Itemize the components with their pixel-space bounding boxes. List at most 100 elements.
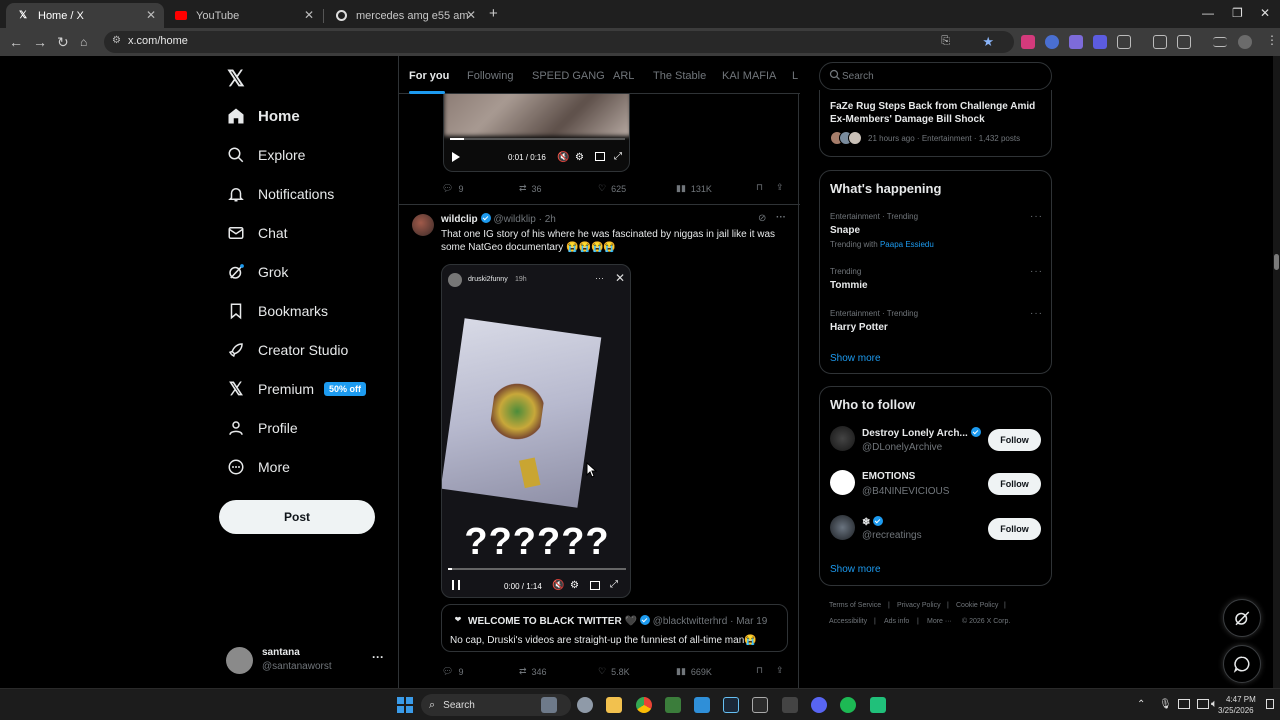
- volume-icon[interactable]: 🔈︎: [1211, 698, 1218, 711]
- account-switcher[interactable]: santana @santanaworst ···: [226, 644, 386, 676]
- install-icon[interactable]: ⎘: [941, 35, 950, 48]
- scrollbar-thumb[interactable]: [1274, 254, 1279, 270]
- menu-icon[interactable]: ⋮: [1266, 33, 1278, 47]
- photos-icon[interactable]: [694, 697, 710, 713]
- sidebar-item-creator-studio[interactable]: Creator Studio: [226, 335, 348, 365]
- browser-tab-youtube[interactable]: YouTube ✕: [164, 3, 322, 28]
- discord-icon[interactable]: [811, 697, 827, 713]
- notification-icon[interactable]: [1266, 699, 1274, 709]
- maximize-button[interactable]: ❐: [1232, 6, 1243, 20]
- like-button[interactable]: ♡ 625: [598, 183, 626, 194]
- footer-link[interactable]: Cookie Policy: [956, 602, 998, 609]
- close-icon[interactable]: ✕: [304, 8, 314, 22]
- pause-icon[interactable]: [452, 580, 460, 590]
- clock-date[interactable]: 3/25/2026: [1218, 706, 1254, 715]
- close-icon[interactable]: ✕: [466, 8, 476, 22]
- follow-button[interactable]: Follow: [988, 518, 1041, 540]
- more-dots-icon[interactable]: ···: [1030, 211, 1043, 222]
- epic-games-icon[interactable]: [752, 697, 768, 713]
- like-button[interactable]: ♡ 5.8K: [598, 666, 630, 677]
- sidebar-item-bookmarks[interactable]: Bookmarks: [226, 296, 328, 326]
- post-age[interactable]: · 2h: [539, 214, 556, 225]
- tab-search-icon[interactable]: [1153, 35, 1167, 49]
- sidebar-item-more[interactable]: More: [226, 452, 290, 482]
- author-name[interactable]: wildclip: [441, 214, 478, 225]
- share-button[interactable]: ⇪: [776, 182, 784, 193]
- browser-tab-x[interactable]: 𝕏 Home / X ✕: [6, 3, 164, 28]
- more-dots-icon[interactable]: ···: [776, 212, 786, 223]
- video-progress-bar[interactable]: [450, 138, 625, 140]
- display-icon[interactable]: [1178, 699, 1190, 709]
- footer-link[interactable]: Terms of Service: [829, 602, 881, 609]
- repost-button[interactable]: ⇄ 36: [519, 183, 542, 194]
- minimize-button[interactable]: —: [1202, 6, 1214, 20]
- chrome-icon[interactable]: [636, 697, 652, 713]
- tab-kai-mafia[interactable]: KAI MAFIA: [722, 70, 776, 82]
- reply-button[interactable]: 💬︎ 9: [442, 666, 463, 677]
- reading-list-icon[interactable]: [1213, 37, 1227, 47]
- windows-start-icon[interactable]: [397, 697, 413, 713]
- extension-icon[interactable]: [1069, 35, 1083, 49]
- reload-icon[interactable]: ↻: [57, 34, 69, 51]
- play-icon[interactable]: [452, 152, 460, 162]
- extension-icon[interactable]: [1093, 35, 1107, 49]
- close-window-button[interactable]: ✕: [1260, 6, 1270, 20]
- sidebar-item-notifications[interactable]: Notifications: [226, 179, 334, 209]
- new-tab-button[interactable]: +: [489, 5, 498, 22]
- footer-link[interactable]: Ads info: [884, 618, 909, 625]
- more-dots-icon[interactable]: ···: [372, 650, 384, 664]
- post-button[interactable]: Post: [219, 500, 375, 534]
- avatar[interactable]: [412, 214, 434, 236]
- user-name[interactable]: ❄: [862, 516, 884, 528]
- trend-name[interactable]: Tommie: [830, 280, 868, 291]
- quoted-post[interactable]: ❤ WELCOME TO BLACK TWITTER 🖤 @blacktwitt…: [441, 604, 788, 652]
- spotify-icon[interactable]: [840, 697, 856, 713]
- split-view-icon[interactable]: [1177, 35, 1191, 49]
- site-info-icon[interactable]: ⚙: [112, 35, 121, 46]
- show-more-link[interactable]: Show more: [830, 353, 881, 364]
- tab-arl[interactable]: ARL: [613, 70, 634, 82]
- file-explorer-icon[interactable]: [606, 697, 622, 713]
- footer-link[interactable]: More ···: [927, 618, 952, 625]
- follow-button[interactable]: Follow: [988, 429, 1041, 451]
- video-progress-bar[interactable]: [448, 568, 626, 570]
- share-button[interactable]: ⇪: [776, 665, 784, 676]
- forward-icon[interactable]: →: [33, 34, 47, 50]
- trend-name[interactable]: Harry Potter: [830, 322, 888, 333]
- fullscreen-icon[interactable]: ⤢: [614, 151, 622, 162]
- pip-icon[interactable]: [590, 581, 600, 590]
- app-icon[interactable]: [870, 697, 886, 713]
- bookmark-button[interactable]: ⊓: [756, 182, 763, 193]
- avatar[interactable]: [830, 515, 855, 540]
- footer-link[interactable]: Privacy Policy: [897, 602, 941, 609]
- more-dots-icon[interactable]: ···: [1030, 308, 1043, 319]
- trend-name[interactable]: Snape: [830, 225, 860, 236]
- back-icon[interactable]: ←: [9, 34, 23, 50]
- more-dots-icon[interactable]: ···: [1030, 266, 1043, 277]
- views-button[interactable]: ▮▮ 669K: [676, 666, 712, 677]
- tab-more[interactable]: L: [792, 70, 798, 82]
- avatar[interactable]: [830, 426, 855, 451]
- reply-button[interactable]: 💬︎ 9: [442, 183, 463, 194]
- mute-icon[interactable]: 🔇: [552, 580, 564, 591]
- tray-chevron-icon[interactable]: ⌃: [1137, 699, 1145, 710]
- settings-icon[interactable]: [577, 697, 593, 713]
- settings-icon[interactable]: ⚙: [570, 580, 579, 591]
- sidebar-item-explore[interactable]: Explore: [226, 140, 305, 170]
- views-button[interactable]: ▮▮ 131K: [676, 183, 712, 194]
- microphone-icon[interactable]: 🎙︎: [1159, 699, 1172, 710]
- home-button-icon[interactable]: ⌂: [80, 35, 87, 49]
- show-more-link[interactable]: Show more: [830, 564, 881, 575]
- close-icon[interactable]: ✕: [146, 8, 156, 22]
- sidebar-item-grok[interactable]: Grok: [226, 257, 288, 287]
- avatar[interactable]: [830, 470, 855, 495]
- bookmark-star-icon[interactable]: ★: [982, 34, 994, 50]
- user-name[interactable]: EMOTIONS: [862, 471, 915, 482]
- follow-button[interactable]: Follow: [988, 473, 1041, 495]
- mute-icon[interactable]: 🔇: [557, 152, 569, 163]
- sidebar-item-profile[interactable]: Profile: [226, 413, 298, 443]
- page-scrollbar[interactable]: [1273, 56, 1280, 688]
- clock-time[interactable]: 4:47 PM: [1226, 695, 1256, 704]
- author-handle[interactable]: @wildklip: [493, 214, 535, 225]
- extensions-puzzle-icon[interactable]: [1117, 35, 1131, 49]
